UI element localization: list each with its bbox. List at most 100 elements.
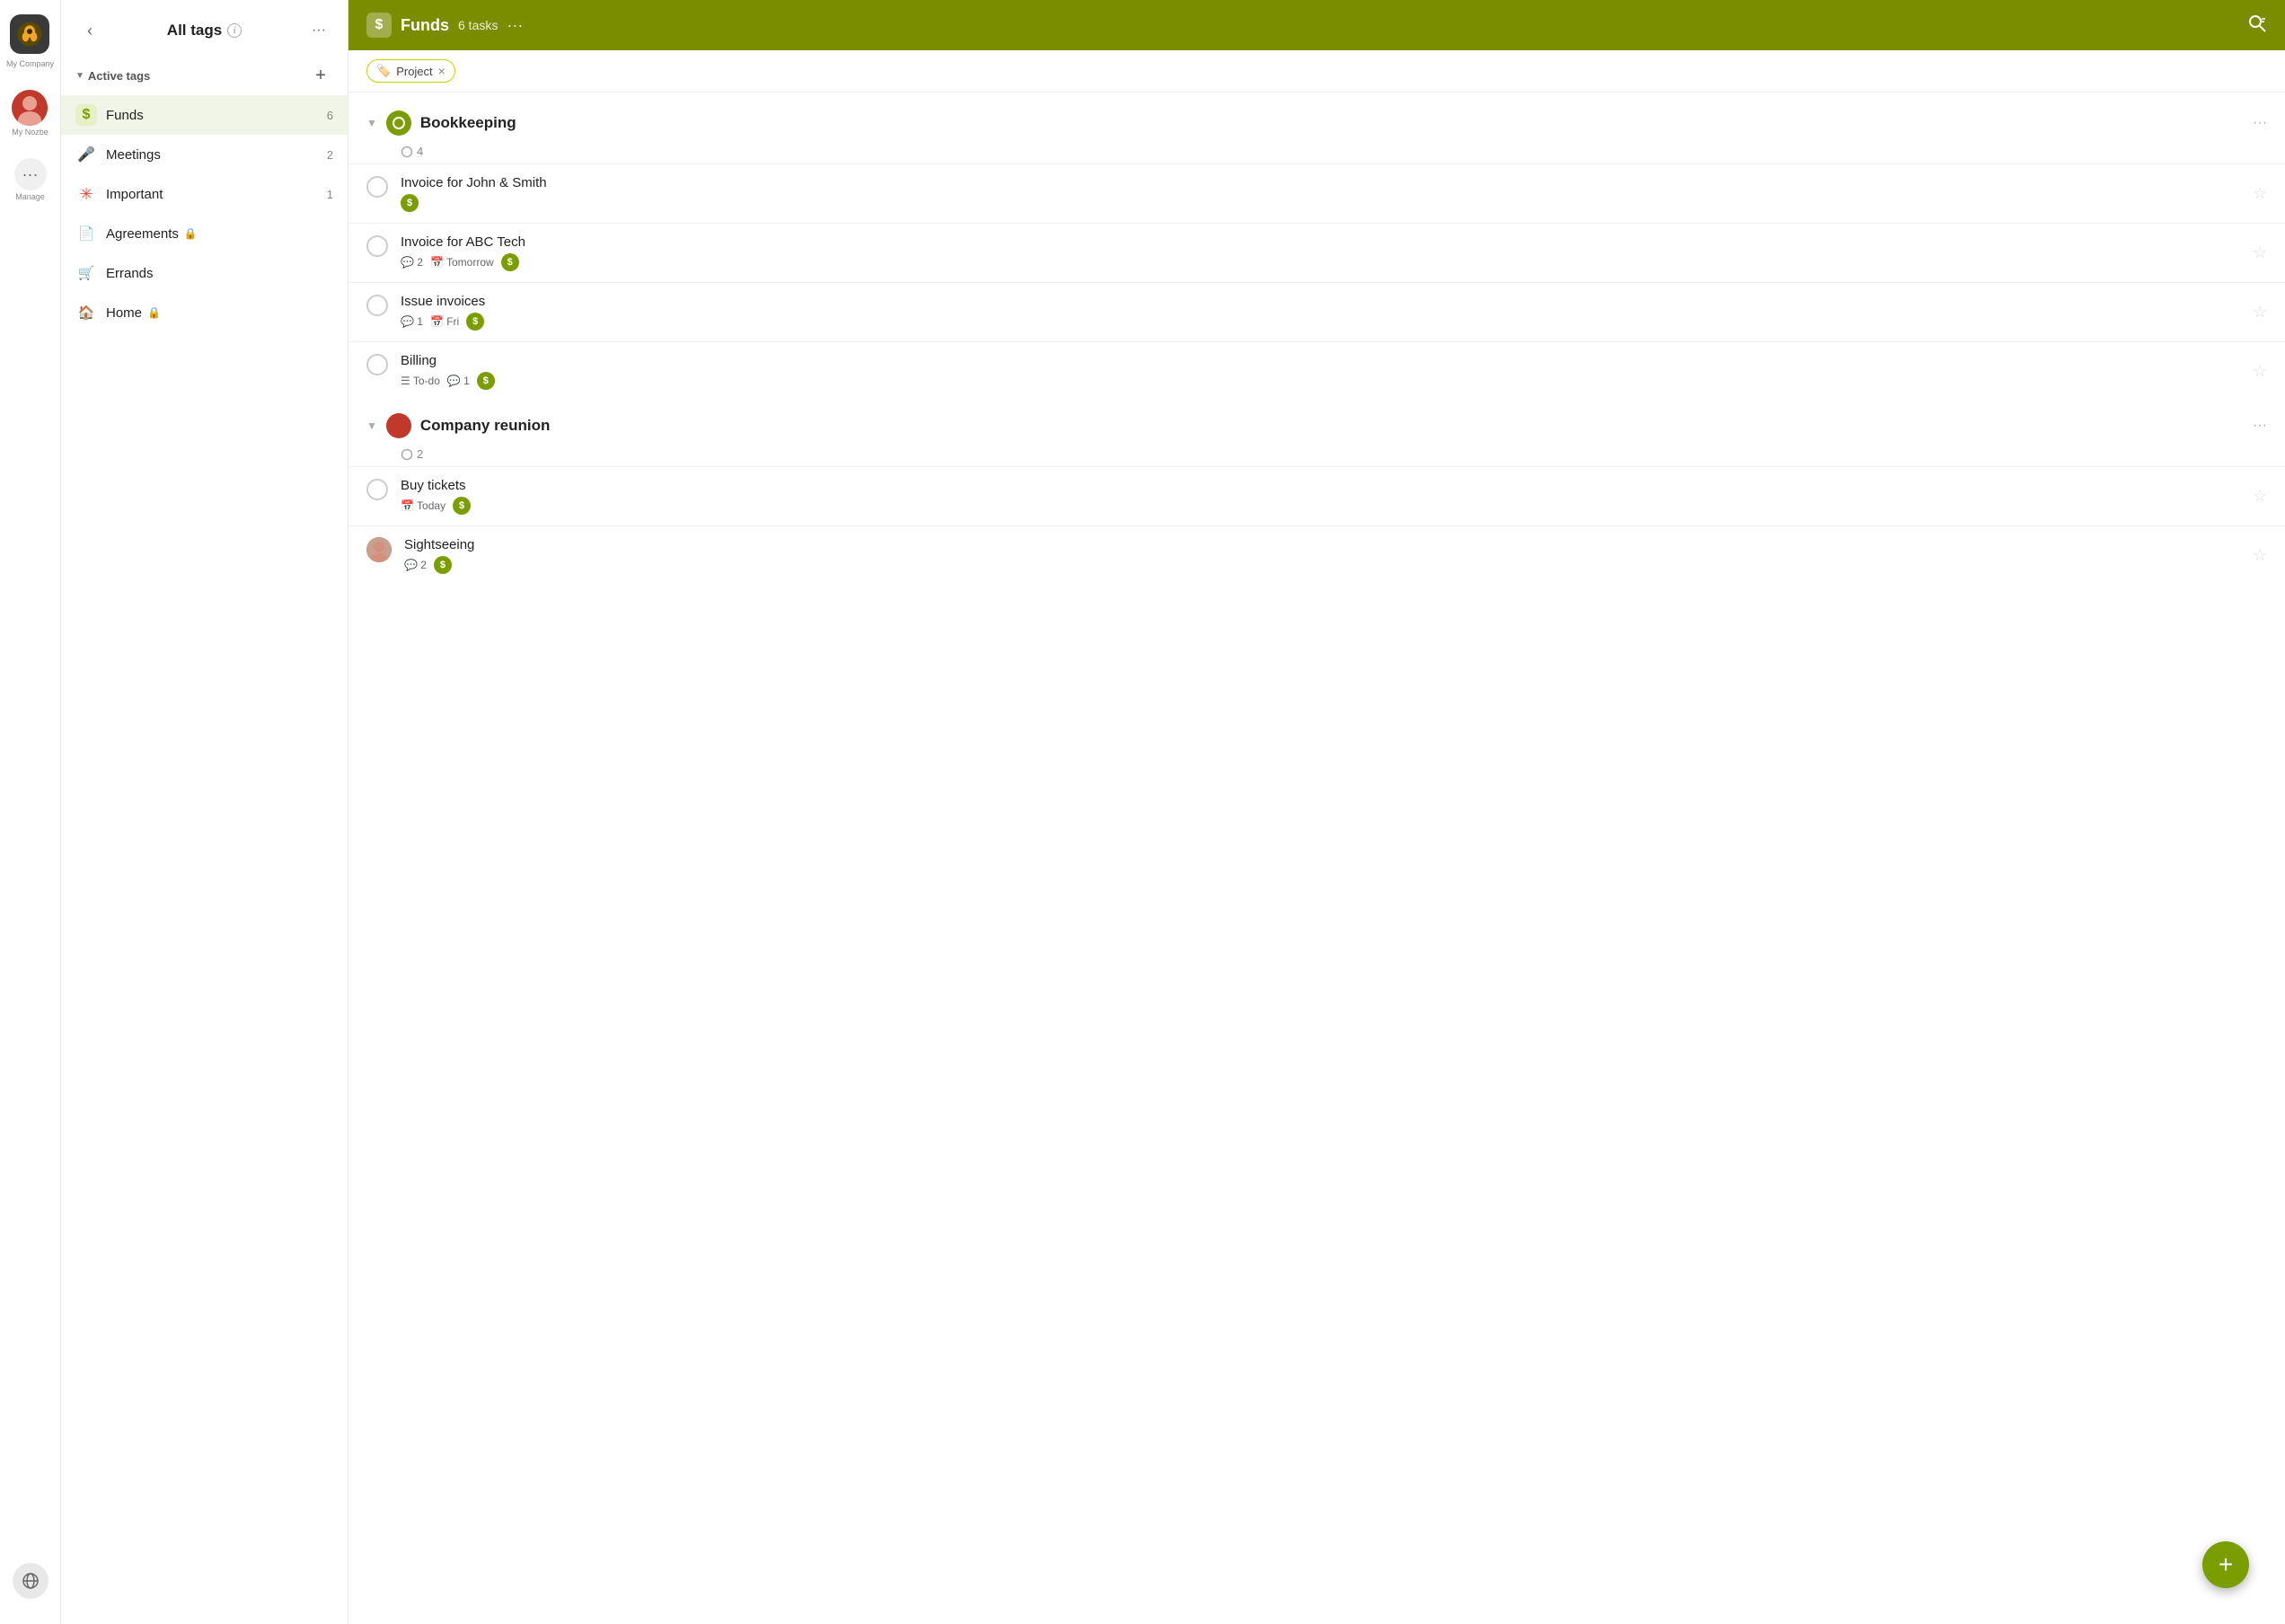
star-button[interactable]: ☆ [2253, 487, 2267, 506]
task-checkbox[interactable] [366, 235, 388, 257]
icon-bar: My Company My Nozbe ··· Manage [0, 0, 61, 1624]
task-avatar [366, 537, 392, 562]
task-invoice-john[interactable]: Invoice for John & Smith $ ☆ [348, 163, 2285, 223]
important-icon: ✳ [75, 183, 97, 205]
task-content: Sightseeing 💬 2 $ [404, 537, 2244, 574]
funds-count: 6 [327, 109, 333, 122]
globe-button[interactable] [13, 1563, 49, 1599]
task-buy-tickets[interactable]: Buy tickets 📅 Today $ ☆ [348, 466, 2285, 525]
funds-label: Funds [106, 108, 327, 123]
task-meta: ☰ To-do 💬 1 $ [401, 372, 2244, 390]
header-left: $ Funds 6 tasks ··· [366, 13, 523, 38]
bookkeeping-more[interactable]: ··· [2253, 115, 2267, 131]
assignee-badge: $ [501, 253, 519, 271]
back-button[interactable]: ‹ [75, 16, 104, 45]
project-company-reunion: ▼ Company reunion ··· 2 Buy tickets [348, 404, 2285, 585]
chevron-down-icon: ▼ [75, 71, 84, 81]
lock-icon: 🔒 [184, 227, 198, 240]
bookkeeping-collapse-icon[interactable]: ▼ [366, 117, 377, 129]
star-button[interactable]: ☆ [2253, 546, 2267, 565]
date-badge: 📅 Fri [430, 315, 459, 328]
manage-icon: ··· [14, 158, 47, 190]
assignee-badge: $ [477, 372, 495, 390]
important-label: Important [106, 187, 327, 202]
task-name: Invoice for John & Smith [401, 175, 2244, 190]
task-issue-invoices[interactable]: Issue invoices 💬 1 📅 Fri $ ☆ [348, 282, 2285, 341]
sidebar-item-important[interactable]: ✳ Important 1 [61, 174, 348, 214]
task-content: Billing ☰ To-do 💬 1 $ [401, 353, 2244, 390]
search-button[interactable] [2247, 13, 2267, 38]
tag-list: $ Funds 6 🎤 Meetings 2 ✳ Important 1 📄 A… [61, 95, 348, 332]
assignee-badge: $ [466, 313, 484, 331]
task-meta: $ [401, 194, 2244, 212]
task-name: Sightseeing [404, 537, 2244, 552]
task-meta: 📅 Today $ [401, 497, 2244, 515]
important-count: 1 [327, 188, 333, 201]
star-button[interactable]: ☆ [2253, 362, 2267, 381]
reunion-name: Company reunion [420, 417, 2244, 435]
assignee-badge: $ [453, 497, 471, 515]
reunion-task-count: 2 [348, 447, 2285, 466]
project-bookkeeping: ▼ Bookkeeping ··· 4 Invoice for John & S… [348, 102, 2285, 401]
star-button[interactable]: ☆ [2253, 243, 2267, 262]
reunion-collapse-icon[interactable]: ▼ [366, 419, 377, 432]
sidebar-title: All tags i [167, 22, 242, 40]
bookkeeping-name: Bookkeeping [420, 114, 2244, 132]
home-label: Home 🔒 [106, 305, 333, 321]
task-invoice-abc[interactable]: Invoice for ABC Tech 💬 2 📅 Tomorrow $ ☆ [348, 223, 2285, 282]
filter-chip-close[interactable]: × [438, 64, 446, 78]
star-button[interactable]: ☆ [2253, 184, 2267, 203]
task-billing[interactable]: Billing ☰ To-do 💬 1 $ ☆ [348, 341, 2285, 401]
comment-badge: 💬 2 [404, 559, 427, 571]
logo-icon [10, 14, 49, 54]
date-badge: 📅 Tomorrow [430, 256, 494, 269]
user-avatar-item[interactable]: My Nozbe [12, 86, 49, 140]
task-meta: 💬 1 📅 Fri $ [401, 313, 2244, 331]
task-meta: 💬 2 $ [404, 556, 2244, 574]
sidebar-more-button[interactable]: ··· [304, 16, 333, 45]
meetings-label: Meetings [106, 147, 327, 163]
task-checkbox[interactable] [366, 354, 388, 375]
assignee-badge: $ [401, 194, 419, 212]
task-name: Issue invoices [401, 294, 2244, 309]
header-title: Funds [401, 16, 449, 35]
comment-badge: 💬 1 [447, 375, 470, 387]
task-content: Invoice for ABC Tech 💬 2 📅 Tomorrow $ [401, 234, 2244, 271]
task-meta: 💬 2 📅 Tomorrow $ [401, 253, 2244, 271]
active-tags-title: ▼ Active tags [75, 69, 150, 83]
task-content: Issue invoices 💬 1 📅 Fri $ [401, 294, 2244, 331]
header-more-button[interactable]: ··· [507, 16, 523, 35]
filter-bar: 🏷️ Project × [348, 50, 2285, 93]
company-logo[interactable]: My Company [6, 11, 54, 72]
bookkeeping-dot [386, 110, 411, 136]
filter-chip-label: Project [396, 65, 432, 78]
home-icon: 🏠 [75, 302, 97, 323]
section-header: ▼ Active tags + [61, 56, 348, 95]
task-checkbox[interactable] [366, 479, 388, 500]
manage-item[interactable]: ··· Manage [14, 154, 47, 205]
task-checkbox[interactable] [366, 295, 388, 316]
sidebar-item-agreements[interactable]: 📄 Agreements 🔒 [61, 214, 348, 253]
bookkeeping-header: ▼ Bookkeeping ··· [348, 102, 2285, 145]
add-tag-button[interactable]: + [308, 63, 333, 88]
task-content: Invoice for John & Smith $ [401, 175, 2244, 212]
task-name: Invoice for ABC Tech [401, 234, 2244, 250]
task-content: Buy tickets 📅 Today $ [401, 478, 2244, 515]
assignee-badge: $ [434, 556, 452, 574]
meetings-count: 2 [327, 148, 333, 162]
sidebar-item-errands[interactable]: 🛒 Errands [61, 253, 348, 293]
sidebar-item-meetings[interactable]: 🎤 Meetings 2 [61, 135, 348, 174]
reunion-more[interactable]: ··· [2253, 418, 2267, 434]
fab-add-button[interactable]: + [2202, 1541, 2249, 1588]
star-button[interactable]: ☆ [2253, 303, 2267, 322]
project-filter-chip[interactable]: 🏷️ Project × [366, 59, 455, 83]
task-count: 6 tasks [458, 18, 498, 32]
errands-icon: 🛒 [75, 262, 97, 284]
task-sightseeing[interactable]: Sightseeing 💬 2 $ ☆ [348, 525, 2285, 585]
sidebar-item-funds[interactable]: $ Funds 6 [61, 95, 348, 135]
task-name: Billing [401, 353, 2244, 368]
sidebar-item-home[interactable]: 🏠 Home 🔒 [61, 293, 348, 332]
user-label: My Nozbe [12, 128, 49, 137]
task-checkbox[interactable] [366, 176, 388, 198]
header-funds-icon: $ [366, 13, 392, 38]
